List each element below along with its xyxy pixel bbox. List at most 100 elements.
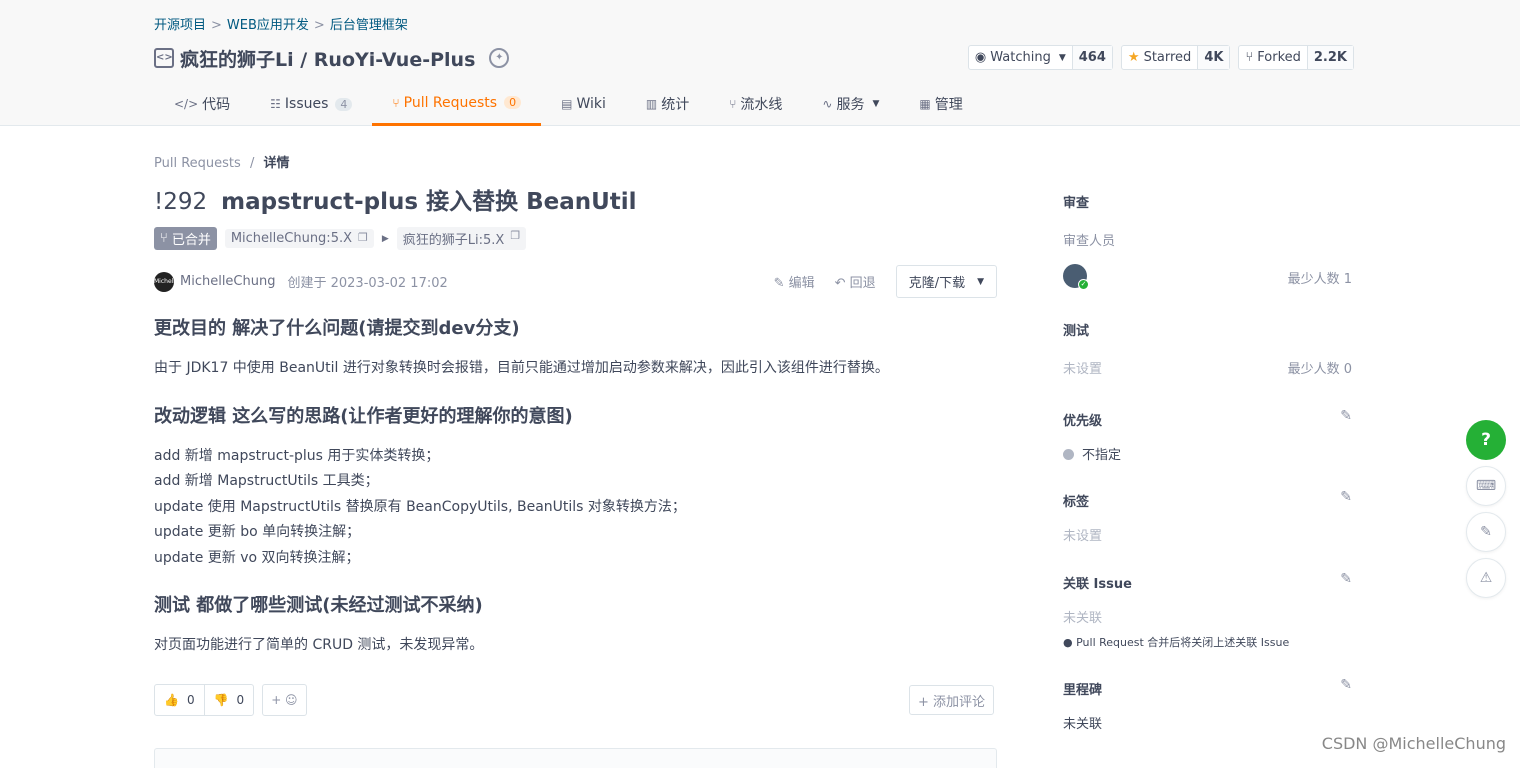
pr-meta: ⑂已合并 MichelleChung:5.X❐ ▶ 疯狂的狮子Li:5.X ❐ [154, 227, 526, 250]
change-item: add 新增 MapstructUtils 工具类； [154, 469, 997, 495]
edit-label: 编辑 [789, 276, 815, 291]
thumbs-down-icon: 👎 [214, 693, 229, 707]
tab-label: 统计 [661, 94, 689, 114]
status-badge: ⑂已合并 [154, 227, 217, 250]
breadcrumb-item[interactable]: 开源项目 [154, 18, 206, 33]
chevron-down-icon: ▼ [977, 277, 984, 287]
code-icon: </> [174, 97, 198, 111]
merge-icon: ⑂ [160, 231, 168, 246]
tab-services[interactable]: ∿服务▼ [802, 82, 899, 126]
tab-issues[interactable]: ☷Issues4 [250, 82, 372, 126]
add-comment-button[interactable]: + 添加评论 [909, 685, 994, 715]
priority-text: 不指定 [1082, 448, 1121, 463]
change-item: update 更新 bo 单向转换注解； [154, 520, 997, 546]
pr-actions: ✎ 编辑 ↶ 回退 克隆/下载 ▼ [774, 265, 997, 298]
tab-label: 代码 [202, 94, 230, 114]
add-emoji-button[interactable]: + ☺ [262, 684, 306, 716]
thumbs-up-button[interactable]: 👍0 [155, 685, 204, 715]
issues-icon: ☷ [270, 97, 281, 111]
breadcrumb-separator: > [211, 18, 222, 33]
comment-box[interactable] [154, 748, 997, 768]
help-button[interactable]: ? [1466, 420, 1506, 460]
pr-breadcrumb-current: 详情 [263, 156, 289, 171]
tab-label: Wiki [576, 96, 605, 112]
author-name[interactable]: MichelleChung [180, 274, 275, 289]
thumbs-up-icon: 👍 [164, 693, 179, 707]
edit-icon[interactable]: ✎ [1340, 571, 1352, 587]
test-title: 测试 [1063, 320, 1089, 339]
pr-breadcrumb-root[interactable]: Pull Requests [154, 156, 241, 171]
tab-code[interactable]: </> 代码 [154, 82, 250, 126]
chevron-down-icon: ▼ [1059, 53, 1066, 63]
eye-icon: ◉ [975, 50, 986, 65]
reviewers-label: 审查人员 [1063, 230, 1115, 249]
revert-button[interactable]: ↶ 回退 [835, 272, 876, 291]
fork-button[interactable]: ⑂Forked 2.2K [1238, 45, 1354, 70]
edit-button[interactable]: ✎ 编辑 [774, 272, 815, 291]
award-icon[interactable]: ✦ [489, 48, 509, 68]
reactions-bar: 👍0 👎0 + ☺ + 添加评论 [154, 684, 997, 716]
tab-label: 流水线 [740, 94, 782, 114]
tab-badge: 0 [504, 96, 521, 109]
section-heading: 更改目的 解决了什么问题(请提交到dev分支) [154, 314, 997, 340]
thumbs-down-button[interactable]: 👎0 [204, 685, 254, 715]
tab-pull-requests[interactable]: ⑂ Pull Requests 0 [372, 82, 541, 126]
repo-tabs: </> 代码 ☷Issues4 ⑂ Pull Requests 0 ▤Wiki ▥ 统计… [154, 82, 983, 126]
clone-label: 克隆/下载 [909, 272, 965, 291]
star-button[interactable]: ★Starred 4K [1121, 45, 1231, 70]
source-branch[interactable]: MichelleChung:5.X❐ [225, 229, 374, 248]
tab-label: Pull Requests [404, 95, 497, 111]
section-text: 对页面功能进行了简单的 CRUD 测试，未发现异常。 [154, 633, 997, 659]
copy-icon[interactable]: ❐ [358, 231, 368, 246]
edit-note-icon[interactable]: ✎ [1466, 512, 1506, 552]
priority-value: 不指定 [1063, 444, 1121, 463]
avatar[interactable]: Michelle [154, 272, 174, 292]
priority-title: 优先级 [1063, 410, 1102, 429]
issue-note-text: Pull Request 合并后将关闭上述关联 Issue [1076, 636, 1289, 649]
breadcrumb-separator: / [250, 156, 254, 171]
tab-wiki[interactable]: ▤Wiki [541, 82, 626, 126]
edit-icon[interactable]: ✎ [1340, 489, 1352, 505]
pr-breadcrumb: Pull Requests / 详情 [154, 152, 289, 171]
check-icon: ✓ [1078, 279, 1089, 290]
settings-icon: ▦ [919, 97, 930, 111]
bar-chart-icon: ▥ [646, 97, 657, 111]
pull-request-icon: ⑂ [392, 96, 399, 110]
info-icon: ● [1063, 636, 1073, 649]
arrow-right-icon: ▶ [382, 234, 389, 244]
clone-download-button[interactable]: 克隆/下载 ▼ [896, 265, 997, 298]
reaction-count: 0 [237, 693, 245, 707]
pr-title: !292mapstruct-plus 接入替换 BeanUtil [154, 182, 637, 216]
repo-name[interactable]: 疯狂的狮子Li / RuoYi-Vue-Plus [180, 45, 475, 72]
tab-pipeline[interactable]: ⑂ 流水线 [709, 82, 802, 126]
tab-label: 管理 [935, 94, 963, 114]
pulse-icon: ∿ [822, 97, 832, 111]
pipeline-icon: ⑂ [729, 97, 736, 111]
branch-name: 疯狂的狮子Li:5.X [403, 229, 505, 248]
milestone-title: 里程碑 [1063, 679, 1102, 698]
watch-count[interactable]: 464 [1073, 46, 1112, 69]
target-branch[interactable]: 疯狂的狮子Li:5.X ❐ [397, 227, 526, 250]
breadcrumb-item[interactable]: WEB应用开发 [227, 18, 309, 33]
reaction-count: 0 [187, 693, 195, 707]
milestone-value: 未关联 [1063, 713, 1102, 732]
pr-description: 更改目的 解决了什么问题(请提交到dev分支) 由于 JDK17 中使用 Bea… [154, 314, 997, 679]
labels-value: 未设置 [1063, 525, 1102, 544]
chevron-down-icon: ▼ [872, 99, 879, 109]
tab-admin[interactable]: ▦ 管理 [899, 82, 982, 126]
copy-icon[interactable]: ❐ [510, 229, 520, 248]
fork-count[interactable]: 2.2K [1308, 46, 1353, 69]
warning-icon[interactable]: ⚠ [1466, 558, 1506, 598]
reviewer-avatar[interactable]: ✓ [1063, 264, 1087, 288]
breadcrumb-item[interactable]: 后台管理框架 [330, 18, 408, 33]
tab-stats[interactable]: ▥ 统计 [626, 82, 709, 126]
fork-icon: ⑂ [1245, 50, 1253, 65]
edit-icon[interactable]: ✎ [1340, 677, 1352, 693]
code-chat-icon[interactable]: ⌨ [1466, 466, 1506, 506]
watch-button[interactable]: ◉Watching▼ 464 [968, 45, 1113, 70]
edit-icon[interactable]: ✎ [1340, 408, 1352, 424]
pr-author-row: Michelle MichelleChung 创建于 2023-03-02 17… [154, 265, 997, 298]
breadcrumb: 开源项目>WEB应用开发>后台管理框架 [154, 14, 408, 33]
star-count[interactable]: 4K [1198, 46, 1229, 69]
issue-title: 关联 Issue [1063, 573, 1132, 592]
